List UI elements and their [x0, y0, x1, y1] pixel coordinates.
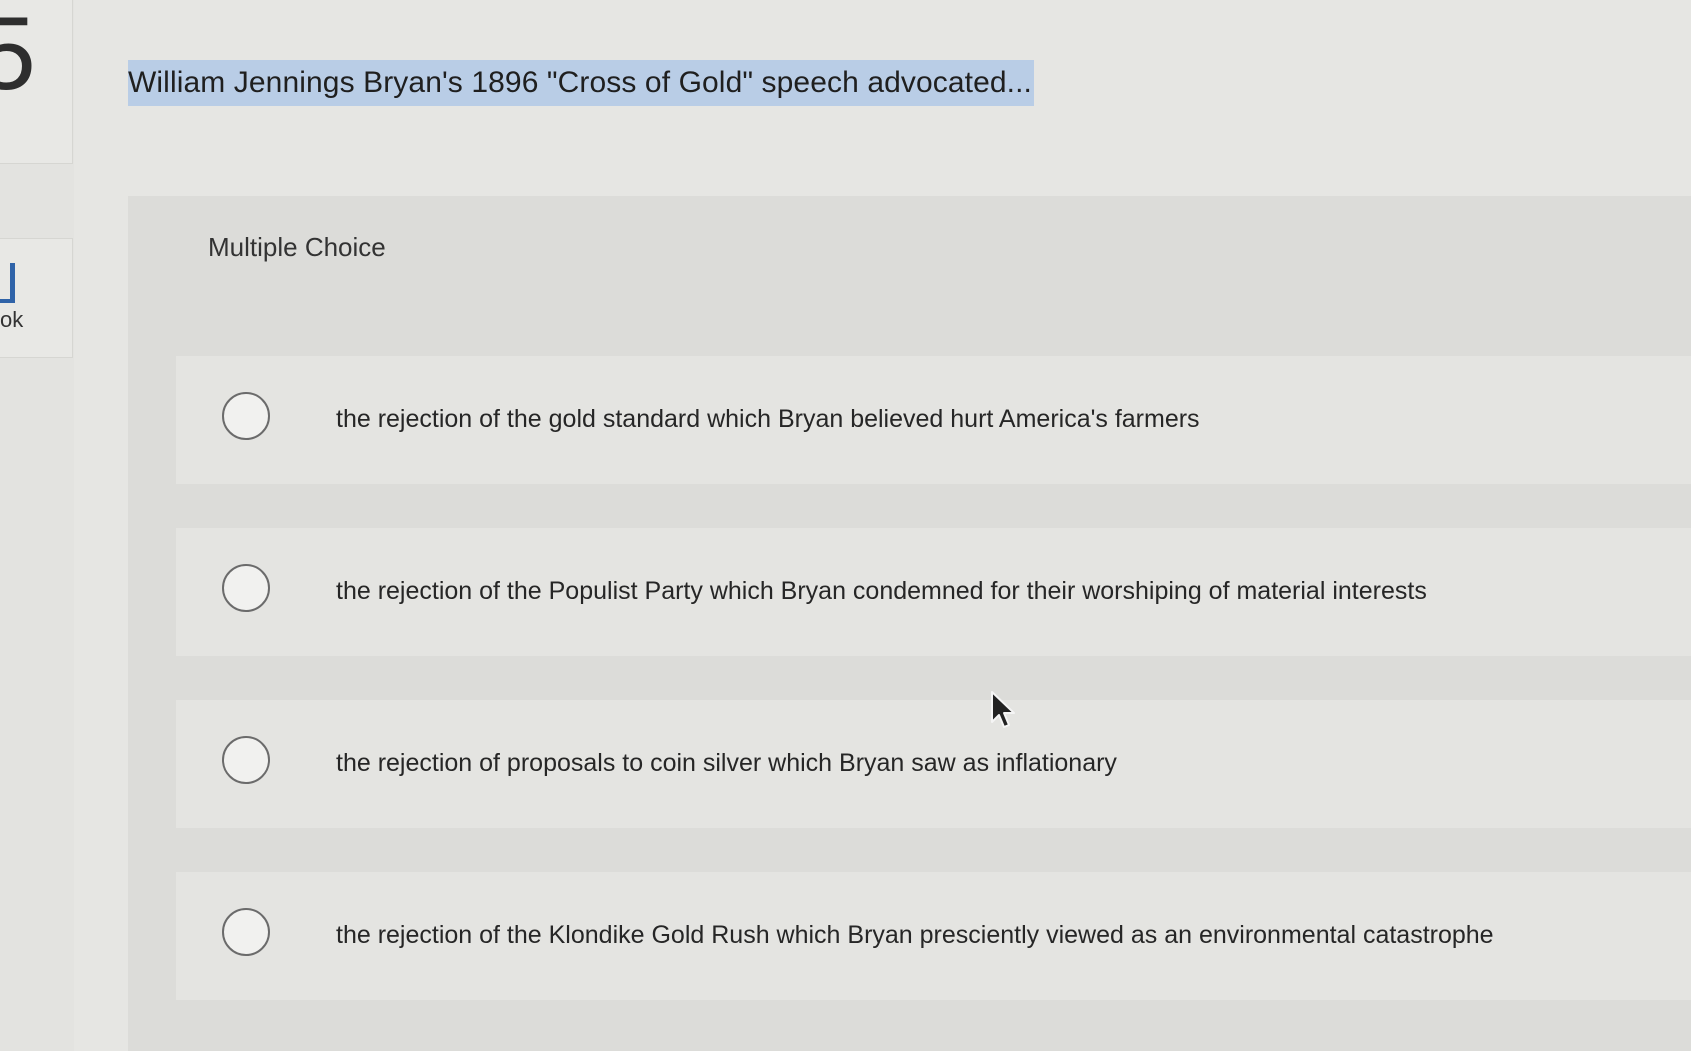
- ebook-button[interactable]: ok: [0, 238, 73, 358]
- radio-unchecked-icon[interactable]: [222, 392, 270, 440]
- answer-panel: Multiple Choice the rejection of the gol…: [128, 196, 1691, 1051]
- radio-unchecked-icon[interactable]: [222, 736, 270, 784]
- answer-option-1[interactable]: the rejection of the gold standard which…: [176, 356, 1691, 484]
- answer-option-text: the rejection of the gold standard which…: [336, 405, 1200, 433]
- question-type-label: Multiple Choice: [208, 232, 386, 262]
- answer-option-2[interactable]: the rejection of the Populist Party whic…: [176, 528, 1691, 656]
- answer-option-text: the rejection of the Populist Party whic…: [336, 577, 1427, 605]
- answer-option-4[interactable]: the rejection of the Klondike Gold Rush …: [176, 872, 1691, 1000]
- ebook-label: ok: [0, 307, 24, 332]
- question-number: 5: [0, 0, 36, 112]
- radio-unchecked-icon[interactable]: [222, 564, 270, 612]
- left-rail: 5 ok: [0, 0, 74, 1051]
- answer-options: the rejection of the gold standard which…: [176, 356, 1691, 1044]
- question-prompt: William Jennings Bryan's 1896 "Cross of …: [128, 60, 1034, 106]
- answer-option-text: the rejection of the Klondike Gold Rush …: [336, 921, 1494, 949]
- answer-option-text: the rejection of proposals to coin silve…: [336, 749, 1117, 777]
- radio-unchecked-icon[interactable]: [222, 908, 270, 956]
- book-icon: [0, 263, 15, 303]
- question-number-card[interactable]: 5: [0, 0, 73, 164]
- answer-option-3[interactable]: the rejection of proposals to coin silve…: [176, 700, 1691, 828]
